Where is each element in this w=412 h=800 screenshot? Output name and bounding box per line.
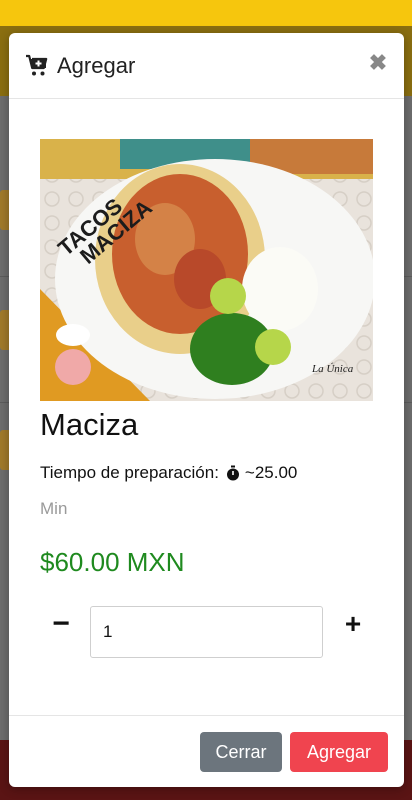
prep-time-unit: Min <box>40 499 68 518</box>
prep-time-label: Tiempo de preparación: <box>40 463 219 482</box>
background-top-bar <box>0 0 412 26</box>
image-brand-text: La Única <box>311 363 354 375</box>
quantity-input[interactable] <box>90 606 323 658</box>
add-button[interactable]: Agregar <box>290 732 388 772</box>
increase-quantity-button[interactable]: + <box>339 609 367 641</box>
close-icon[interactable]: ✖ <box>368 51 388 75</box>
product-name: Maciza <box>40 407 139 442</box>
close-button[interactable]: Cerrar <box>200 732 282 772</box>
decrease-quantity-button[interactable]: − <box>47 609 75 641</box>
prep-time-row: Tiempo de preparación: ~25.00 <box>40 463 297 483</box>
cart-plus-icon <box>26 54 48 75</box>
stopwatch-icon <box>226 465 239 481</box>
modal-header: Agregar ✖ <box>9 33 404 99</box>
product-image: TACOS MACIZA La Única <box>40 139 373 401</box>
prep-time-value: ~25.00 <box>244 463 298 482</box>
add-to-cart-modal: Agregar ✖ TACOS MACIZA La Única Maciza T… <box>9 33 404 787</box>
modal-footer: Cerrar Agregar <box>9 715 404 787</box>
product-price: $60.00 MXN <box>40 547 185 577</box>
modal-title: Agregar <box>57 52 136 78</box>
